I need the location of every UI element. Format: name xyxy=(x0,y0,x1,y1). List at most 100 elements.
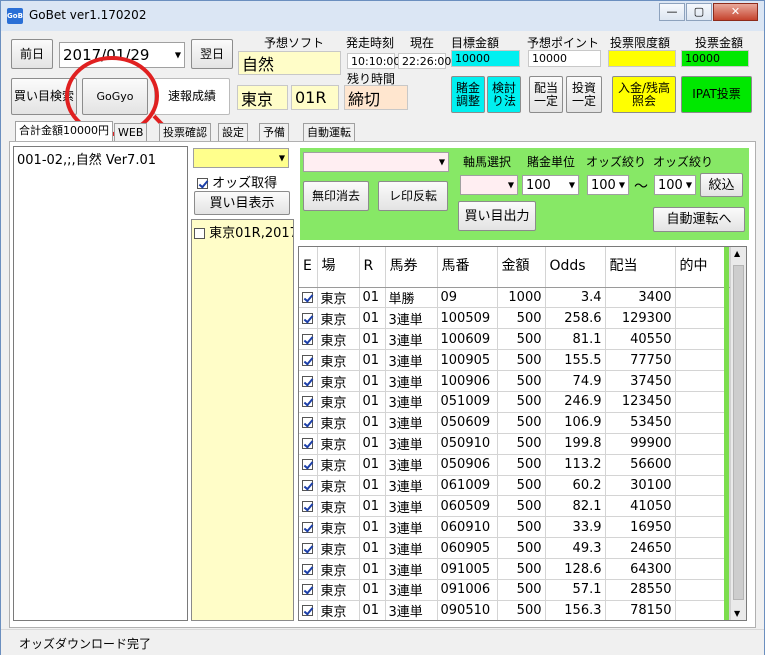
narrow-button[interactable]: 絞込 xyxy=(700,173,743,197)
race-list[interactable]: 東京01R,2017 xyxy=(191,219,294,621)
row-checkbox[interactable] xyxy=(302,542,313,554)
bet-unit-select[interactable]: 100 ▼ xyxy=(522,175,579,195)
auto-run-button[interactable]: 自動運転へ xyxy=(653,207,745,232)
table-row[interactable]: 東京 01 3連単 061009 500 60.2 30100 xyxy=(299,475,730,497)
table-row[interactable]: 東京 01 3連単 090510 500 156.3 78150 xyxy=(299,600,730,620)
scroll-down-icon[interactable]: ▼ xyxy=(734,609,740,618)
bet-adjust-button[interactable]: 賭金調整 xyxy=(451,76,485,113)
row-checkbox[interactable] xyxy=(302,500,313,512)
tab-auto[interactable]: 自動運転 xyxy=(303,123,355,141)
row-checkbox[interactable] xyxy=(302,521,313,533)
table-row[interactable]: 東京 01 3連単 050609 500 106.9 53450 xyxy=(299,412,730,434)
row-checkbox[interactable] xyxy=(302,333,313,345)
row-checkbox-cell[interactable] xyxy=(299,307,318,330)
row-checkbox-cell[interactable] xyxy=(299,454,318,476)
col-check[interactable]: E xyxy=(299,247,318,288)
table-row[interactable]: 東京 01 3連単 091006 500 57.1 28550 xyxy=(299,579,730,601)
row-checkbox[interactable] xyxy=(302,479,313,491)
table-row[interactable]: 東京 01 3連単 051009 500 246.9 123450 xyxy=(299,391,730,413)
scroll-up-icon[interactable]: ▲ xyxy=(734,249,740,258)
col-race[interactable]: R xyxy=(359,247,386,288)
table-row[interactable]: 東京 01 3連単 100609 500 81.1 40550 xyxy=(299,328,730,351)
table-row[interactable]: 東京 01 3連単 100509 500 258.6 129300 xyxy=(299,307,730,330)
row-checkbox-cell[interactable] xyxy=(299,370,318,392)
table-row[interactable]: 東京 01 3連単 060910 500 33.9 16950 xyxy=(299,516,730,539)
row-checkbox[interactable] xyxy=(302,605,313,617)
table-row[interactable]: 東京 01 3連単 060905 500 49.3 24650 xyxy=(299,537,730,560)
row-checkbox-cell[interactable] xyxy=(299,516,318,539)
vertical-scrollbar[interactable]: ▲ ▼ xyxy=(730,247,746,620)
cell-odds: 258.6 xyxy=(545,307,606,330)
deposit-button[interactable]: 入金/残高照会 xyxy=(612,76,676,113)
race-list-item[interactable]: 東京01R,2017 xyxy=(192,220,293,243)
bet-grid[interactable]: E 場 R 馬券 馬番 金額 Odds 配当 的中 東京 01 単勝 09 1000 3.… xyxy=(298,246,747,621)
tab-spare[interactable]: 予備 xyxy=(259,123,289,141)
row-checkbox-cell[interactable] xyxy=(299,537,318,560)
row-checkbox[interactable] xyxy=(302,291,313,303)
row-checkbox-cell[interactable] xyxy=(299,349,318,372)
show-buy-button[interactable]: 買い目表示 xyxy=(194,191,290,215)
col-amount[interactable]: 金額 xyxy=(497,247,546,288)
row-checkbox[interactable] xyxy=(302,438,313,450)
tab-total[interactable]: 合計金額10000円 xyxy=(15,121,113,142)
row-checkbox[interactable] xyxy=(302,584,313,596)
verify-button[interactable]: 検討り法 xyxy=(487,76,521,113)
table-row[interactable]: 東京 01 3連単 091005 500 128.6 64300 xyxy=(299,558,730,580)
invest-fixed-button[interactable]: 投資一定 xyxy=(566,76,602,113)
odds-min-select[interactable]: 100 ▼ xyxy=(587,175,629,195)
row-checkbox-cell[interactable] xyxy=(299,600,318,620)
prediction-list[interactable]: 001-02,;,自然 Ver7.01 xyxy=(13,146,188,621)
row-checkbox-cell[interactable] xyxy=(299,475,318,497)
row-checkbox[interactable] xyxy=(302,459,313,471)
cell-hit xyxy=(675,349,730,372)
cell-ticket: 3連単 xyxy=(385,495,438,518)
odds-max-select[interactable]: 100 ▼ xyxy=(654,175,696,195)
row-checkbox-cell[interactable] xyxy=(299,391,318,413)
tab-web[interactable]: WEB xyxy=(114,123,148,141)
cell-ticket: 3連単 xyxy=(385,454,438,476)
row-checkbox[interactable] xyxy=(302,563,313,575)
odds-checkbox-row[interactable]: オッズ取得 xyxy=(197,172,277,191)
row-checkbox[interactable] xyxy=(302,354,313,366)
ipat-vote-button[interactable]: IPAT投票 xyxy=(681,76,752,113)
row-checkbox-cell[interactable] xyxy=(299,328,318,351)
table-row[interactable]: 東京 01 3連単 060509 500 82.1 41050 xyxy=(299,495,730,518)
row-checkbox[interactable] xyxy=(302,312,313,324)
tab-settings[interactable]: 設定 xyxy=(218,123,248,141)
odds-checkbox[interactable] xyxy=(197,178,208,189)
tab-vote-confirm[interactable]: 投票確認 xyxy=(159,123,211,141)
middle-select[interactable]: ▼ xyxy=(193,148,289,168)
row-checkbox-cell[interactable] xyxy=(299,433,318,455)
col-odds[interactable]: Odds xyxy=(545,247,606,288)
output-button[interactable]: 買い目出力 xyxy=(458,201,536,231)
cell-race: 01 xyxy=(359,475,386,497)
table-row[interactable]: 東京 01 3連単 050910 500 199.8 99900 xyxy=(299,433,730,455)
col-payout[interactable]: 配当 xyxy=(605,247,676,288)
row-checkbox[interactable] xyxy=(302,396,313,408)
table-row[interactable]: 東京 01 単勝 09 1000 3.4 3400 xyxy=(299,287,730,309)
table-row[interactable]: 東京 01 3連単 100905 500 155.5 77750 xyxy=(299,349,730,372)
table-row[interactable]: 東京 01 3連単 050906 500 113.2 56600 xyxy=(299,454,730,476)
row-checkbox[interactable] xyxy=(302,375,313,387)
row-checkbox-cell[interactable] xyxy=(299,412,318,434)
start-time-value: 10:10:00 xyxy=(347,53,400,69)
col-ticket[interactable]: 馬券 xyxy=(385,247,438,288)
table-row[interactable]: 東京 01 3連単 100906 500 74.9 37450 xyxy=(299,370,730,392)
row-checkbox[interactable] xyxy=(302,417,313,429)
scroll-thumb[interactable] xyxy=(733,265,744,600)
filter-select[interactable]: ▼ xyxy=(303,152,449,172)
reverse-button[interactable]: レ印反転 xyxy=(378,181,448,211)
row-checkbox-cell[interactable] xyxy=(299,287,318,309)
col-venue[interactable]: 場 xyxy=(317,247,360,288)
payout-fixed-button[interactable]: 配当一定 xyxy=(529,76,563,113)
race-checkbox[interactable] xyxy=(194,228,205,239)
cell-payout: 64300 xyxy=(605,558,676,580)
col-hit[interactable]: 的中 xyxy=(675,247,730,288)
unmark-button[interactable]: 無印消去 xyxy=(303,181,369,211)
list-item[interactable]: 001-02,;,自然 Ver7.01 xyxy=(14,147,187,170)
col-number[interactable]: 馬番 xyxy=(437,247,498,288)
row-checkbox-cell[interactable] xyxy=(299,579,318,601)
row-checkbox-cell[interactable] xyxy=(299,495,318,518)
row-checkbox-cell[interactable] xyxy=(299,558,318,580)
axis-select[interactable]: ▼ xyxy=(460,175,518,195)
